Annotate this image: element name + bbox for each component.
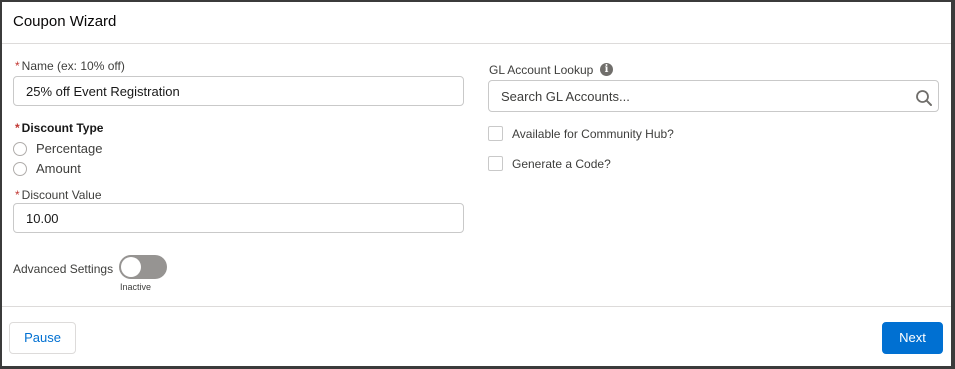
page-title: Coupon Wizard <box>13 13 117 30</box>
toggle-knob <box>121 257 141 277</box>
required-marker: * <box>15 188 20 202</box>
search-icon[interactable] <box>915 89 933 107</box>
modal-header: Coupon Wizard <box>2 2 951 44</box>
required-marker: * <box>15 59 20 73</box>
radio-percentage-label: Percentage <box>36 141 103 156</box>
generate-code-label: Generate a Code? <box>512 156 611 171</box>
advanced-settings-label: Advanced Settings <box>13 262 114 276</box>
radio-button[interactable] <box>13 161 27 176</box>
app-frame: Coupon Wizard *Name (ex: 10% off) *Disco… <box>0 0 955 369</box>
generate-code-checkbox-row[interactable]: Generate a Code? <box>488 156 611 171</box>
advanced-settings-toggle[interactable] <box>119 255 167 279</box>
radio-percentage[interactable]: Percentage <box>13 141 103 156</box>
discount-value-input[interactable] <box>13 203 464 233</box>
info-icon[interactable]: i <box>600 63 613 76</box>
next-button[interactable]: Next <box>882 322 943 354</box>
discount-value-label-text: Discount Value <box>21 188 102 202</box>
name-input[interactable] <box>13 76 464 106</box>
name-label-text: Name (ex: 10% off) <box>21 59 125 73</box>
toggle-state-label: Inactive <box>120 282 152 292</box>
community-hub-label: Available for Community Hub? <box>512 126 674 141</box>
pause-button[interactable]: Pause <box>9 322 76 354</box>
modal-footer: Pause Next <box>2 306 951 366</box>
community-hub-checkbox-row[interactable]: Available for Community Hub? <box>488 126 674 141</box>
discount-type-label-text: Discount Type <box>21 121 104 135</box>
coupon-wizard-modal: Coupon Wizard *Name (ex: 10% off) *Disco… <box>2 2 951 366</box>
discount-type-label: * Discount Type <box>15 121 103 135</box>
radio-amount[interactable]: Amount <box>13 161 81 176</box>
required-marker: * <box>15 121 20 135</box>
gl-account-search-input[interactable] <box>488 80 939 112</box>
radio-amount-label: Amount <box>36 161 81 176</box>
radio-button[interactable] <box>13 141 27 156</box>
generate-code-checkbox[interactable] <box>488 156 503 171</box>
discount-value-label: * Discount Value <box>15 188 102 202</box>
community-hub-checkbox[interactable] <box>488 126 503 141</box>
gl-account-label: GL Account Lookup <box>489 63 594 77</box>
name-label: * Name (ex: 10% off) <box>15 59 125 73</box>
